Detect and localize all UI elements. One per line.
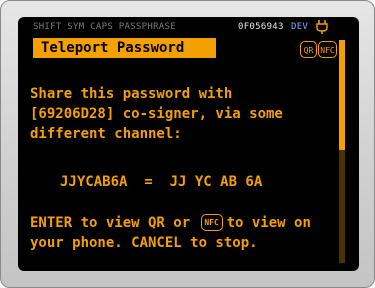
message-line: different channel: [30,126,182,142]
screen-title: Teleport Password [33,38,216,58]
nfc-badge: NFC [318,41,337,58]
usb-plug-icon [316,20,328,34]
keyboard-mode-flags: SHIFT SYM CAPS PASSPHRASE [33,22,176,32]
instruction-line: your phone. CANCEL to stop. [30,235,258,251]
teleport-password: JJYCAB6A = JJ YC AB 6A [60,174,263,190]
nfc-key-icon: NFC [200,213,223,231]
view-on-text: to view on [226,215,311,231]
dev-mode-label: DEV [291,22,309,32]
qr-badge: QR [300,41,317,58]
message-line: [69206D28] co-signer, via some [30,106,283,122]
message-line: Share this password with [30,86,233,102]
status-bar: SHIFT SYM CAPS PASSPHRASE 0F056943 DEV [18,17,359,37]
device-screen: SHIFT SYM CAPS PASSPHRASE 0F056943 DEV T… [18,17,359,271]
wallet-fingerprint: 0F056943 [238,22,284,32]
instruction-line: ENTER to view QR or NFC to view on [30,213,311,233]
enter-qr-instruction: ENTER to view QR or [30,215,191,231]
scrollbar-thumb[interactable] [339,40,345,150]
